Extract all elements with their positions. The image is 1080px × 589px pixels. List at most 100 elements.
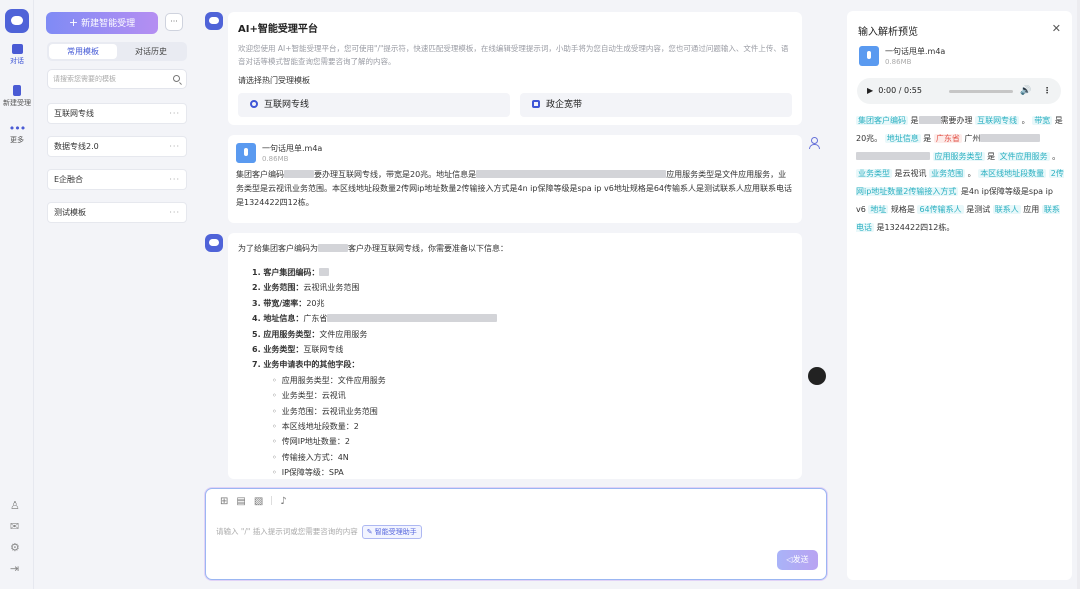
- more-icon[interactable]: ···: [169, 104, 180, 123]
- redacted-text: [476, 170, 667, 178]
- bot-avatar: [205, 234, 223, 252]
- more-icon[interactable]: ···: [169, 203, 180, 222]
- input-preview-panel: 输入解析预览 ✕ 一句话甩单.m4a 0.86MB ▶ 0:00 / 0:55 …: [847, 11, 1072, 580]
- file-size: 0.86MB: [885, 58, 912, 66]
- new-document-icon: [13, 85, 21, 96]
- sub-list-item: 传网IP地址数量：2: [272, 434, 792, 449]
- redacted-text: [327, 314, 498, 323]
- tab-chat-history[interactable]: 对话历史: [117, 44, 185, 59]
- parsed-text-segment: 是1324422四12栋。: [874, 222, 955, 232]
- list-item: 3. 带宽/速率：20兆: [252, 298, 325, 308]
- redacted-text: [980, 133, 1041, 142]
- rail-new[interactable]: 新建受理: [0, 85, 34, 108]
- chip-icon: ✎: [366, 528, 375, 536]
- collapse-icon[interactable]: ⇥: [10, 563, 19, 574]
- plus-icon: +: [68, 16, 79, 29]
- template-item[interactable]: 数据专线2.0 ···: [47, 136, 187, 157]
- new-intake-button[interactable]: + 新建智能受理: [46, 12, 158, 34]
- reply-intro: 为了给集团客户编码为 客户办理互联网专线，你需要准备以下信息：: [238, 243, 792, 254]
- sub-list-item: 应用服务类型：文件应用服务: [272, 373, 792, 388]
- user-text-part: 要办理互联网专线，带宽是20兆。地址信息是: [314, 170, 477, 179]
- more-icon[interactable]: ···: [169, 170, 180, 189]
- composer-placeholder: 请输入 "/" 插入提示词或您需要咨询的内容: [216, 527, 358, 536]
- template-icon[interactable]: ▤: [236, 496, 245, 507]
- redacted-text: [319, 268, 330, 276]
- sidebar-tabs: 常用模板 对话历史: [47, 42, 187, 61]
- grid-icon[interactable]: ⊞: [220, 496, 228, 507]
- more-dots-icon: •••: [8, 122, 26, 135]
- composer-toolbar: ⊞ ▤ ▧ ♪: [220, 496, 295, 507]
- app-logo: [5, 9, 29, 33]
- audio-file-attachment[interactable]: 一句话甩单.m4a 0.86MB: [236, 143, 794, 164]
- play-icon[interactable]: ▶: [867, 86, 873, 95]
- entity-tag: 地址: [868, 204, 889, 214]
- panel-audio-file: 一句话甩单.m4a 0.86MB: [859, 46, 945, 67]
- assistant-chip[interactable]: ✎ 智能受理助手: [361, 525, 422, 539]
- rail-chat[interactable]: 对话: [0, 44, 34, 66]
- parsed-text-segment: 规格是: [888, 204, 918, 214]
- list-item: 7. 业务申请表中的其他字段： 应用服务类型：文件应用服务 业务类型：云视讯 业…: [252, 357, 792, 479]
- audio-player[interactable]: ▶ 0:00 / 0:55 🔊 ⋮: [857, 78, 1061, 104]
- template-item[interactable]: E企融合 ···: [47, 169, 187, 190]
- settings-icon[interactable]: ⚙: [10, 542, 20, 553]
- template-item-label: E企融合: [54, 175, 84, 184]
- template-sidebar: + 新建智能受理 ··· 常用模板 对话历史 请搜索您需要的模板 互联网专线 ···…: [34, 0, 194, 589]
- hot-template-internet[interactable]: 互联网专线: [238, 93, 510, 117]
- hot-template-label: 互联网专线: [264, 100, 310, 110]
- tab-common-templates[interactable]: 常用模板: [49, 44, 117, 59]
- chip-label: 智能受理助手: [374, 528, 417, 536]
- more-icon[interactable]: ···: [169, 137, 180, 156]
- template-item-label: 互联网专线: [54, 109, 94, 118]
- template-item[interactable]: 测试模板 ···: [47, 202, 187, 223]
- broadband-icon: [532, 100, 540, 108]
- search-icon[interactable]: [173, 75, 180, 82]
- hot-template-broadband[interactable]: 政企宽带: [520, 93, 792, 117]
- entity-tag: 业务类型: [856, 169, 892, 179]
- audio-progress-bar[interactable]: [949, 90, 1013, 93]
- parsed-text-segment: 是: [984, 151, 998, 161]
- user-icon[interactable]: ♙: [10, 500, 20, 511]
- entity-tag: 文件应用服务: [997, 151, 1050, 161]
- reply-intro-part: 客户办理互联网专线，你需要准备以下信息：: [348, 244, 508, 253]
- search-placeholder: 请搜索您需要的模板: [53, 75, 116, 83]
- scroll-to-bottom-button[interactable]: [808, 367, 826, 385]
- volume-icon[interactable]: 🔊: [1020, 78, 1031, 104]
- rail-more[interactable]: ••• 更多: [0, 122, 34, 145]
- image-icon[interactable]: ▧: [254, 496, 263, 507]
- close-icon[interactable]: ✕: [1052, 22, 1061, 35]
- parsed-text-segment: 是: [920, 133, 934, 143]
- send-button[interactable]: ◁发送: [777, 550, 818, 570]
- entity-tag: 带宽: [1032, 116, 1053, 125]
- redacted-text: [918, 116, 941, 124]
- entity-tag: 64传输系人: [917, 204, 964, 214]
- chat-icon: [11, 44, 23, 54]
- user-text-part: 集团客户编码: [236, 170, 284, 179]
- file-name: 一句话甩单.m4a: [885, 47, 946, 56]
- template-item[interactable]: 互联网专线 ···: [47, 103, 187, 124]
- user-avatar-icon: [808, 137, 820, 149]
- sub-list-item: 业务范围：云视讯业务范围: [272, 404, 792, 419]
- chat-bubble-icon[interactable]: ···: [165, 13, 183, 31]
- composer-input[interactable]: 请输入 "/" 插入提示词或您需要咨询的内容 ✎ 智能受理助手: [216, 525, 422, 539]
- list-item: 6. 业务类型：互联网专线: [252, 345, 344, 355]
- list-item: 4. 地址信息：广东省: [252, 311, 792, 326]
- globe-icon: [250, 100, 258, 108]
- welcome-title: AI+智能受理平台: [238, 24, 318, 35]
- sub-list-item: 业务类型：云视讯: [272, 388, 792, 403]
- sub-list-item: IP保障等级：SPA: [272, 465, 792, 479]
- parsed-text-segment: 是云视讯: [892, 169, 930, 179]
- entity-tag: 集团客户编码: [856, 116, 908, 125]
- rail-chat-label: 对话: [10, 57, 24, 65]
- microphone-icon[interactable]: ♪: [280, 496, 286, 507]
- entity-tag: 互联网专线: [975, 116, 1020, 125]
- rail-new-label: 新建受理: [3, 99, 31, 107]
- rail-more-label: 更多: [10, 136, 24, 144]
- entity-tag: 应用服务类型: [932, 151, 985, 161]
- parsed-text-segment: 广州: [961, 133, 981, 143]
- message-composer[interactable]: ⊞ ▤ ▧ ♪ 请输入 "/" 插入提示词或您需要咨询的内容 ✎ 智能受理助手 ◁发送: [205, 488, 827, 580]
- chat-area: AI+智能受理平台 欢迎您使用 AI+智能受理平台，您可使用"/"提示符，快速匹…: [194, 0, 834, 589]
- mail-icon[interactable]: ✉: [10, 521, 19, 532]
- template-search-input[interactable]: 请搜索您需要的模板: [47, 69, 187, 89]
- more-vertical-icon[interactable]: ⋮: [1043, 78, 1051, 104]
- parsed-text-segment: 应用: [1020, 204, 1042, 214]
